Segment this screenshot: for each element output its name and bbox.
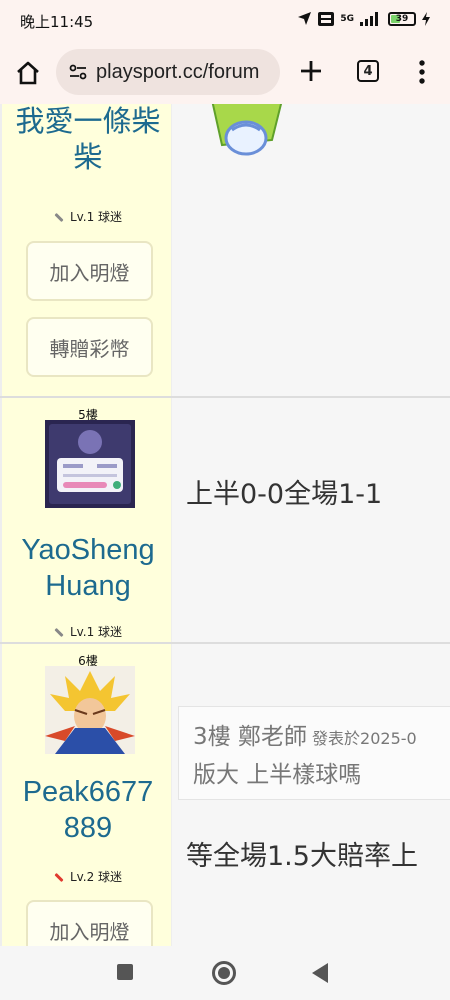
username[interactable]: Peak6677 889: [2, 774, 174, 846]
battery-icon: 39: [388, 11, 416, 26]
quoted-reply: 3樓 鄭老師 發表於2025-0 版大 上半樣球嗎: [178, 706, 450, 800]
post-text: 等全場1.5大賠率上: [186, 841, 418, 872]
quote-text: 版大 上半樣球嗎: [193, 762, 362, 788]
home-icon[interactable]: [14, 59, 42, 87]
back-icon[interactable]: [312, 963, 328, 983]
tab-switcher-button[interactable]: 4: [357, 60, 379, 82]
recent-apps-icon[interactable]: [117, 964, 133, 980]
forum-post: 5樓 YaoSheng Huang Lv.1 球迷 上半0-0全場1-1: [0, 398, 450, 644]
signal-icon: [360, 11, 382, 26]
pen-icon: [54, 212, 64, 223]
add-beacon-button[interactable]: 加入明燈: [26, 900, 153, 946]
site-settings-icon[interactable]: [68, 62, 88, 82]
user-level: Lv.1 球迷: [2, 208, 174, 225]
status-icons: 5G 39: [297, 11, 430, 26]
home-button-icon[interactable]: [212, 961, 236, 985]
sticker-image: [211, 104, 283, 156]
forum-post: 我愛一條柴柴 Lv.1 球迷 加入明燈 轉贈彩幣: [0, 104, 450, 398]
system-nav-bar: [0, 946, 450, 1000]
pen-icon: [54, 627, 64, 638]
forum-post: 6樓 Peak6677 889 Lv.2 球迷 加入明燈 3樓 鄭老師 發表於2…: [0, 644, 450, 946]
browser-toolbar: playsport.cc/forum 4: [0, 42, 450, 104]
charging-icon: [422, 11, 430, 26]
pen-icon: [54, 872, 64, 883]
username[interactable]: 我愛一條柴柴: [2, 104, 174, 176]
user-sidebar: 5樓 YaoSheng Huang Lv.1 球迷: [0, 398, 172, 642]
post-text: 上半0-0全場1-1: [186, 479, 383, 510]
user-level: Lv.2 球迷: [2, 868, 174, 885]
forum-content[interactable]: 我愛一條柴柴 Lv.1 球迷 加入明燈 轉贈彩幣 5樓 YaoSheng Hua…: [0, 104, 450, 946]
address-bar[interactable]: playsport.cc/forum: [56, 49, 280, 95]
username[interactable]: YaoSheng Huang: [2, 532, 174, 604]
status-time: 晚上11:45: [20, 13, 94, 31]
volte-icon: [318, 11, 335, 26]
quote-author: 3樓 鄭老師: [193, 724, 307, 750]
url-text: playsport.cc/forum: [96, 60, 260, 83]
post-body: [172, 104, 450, 396]
new-tab-icon[interactable]: [296, 56, 326, 86]
avatar[interactable]: [45, 420, 135, 508]
network-type-label: 5G: [340, 13, 354, 24]
add-beacon-button[interactable]: 加入明燈: [26, 241, 153, 301]
user-sidebar: 6樓 Peak6677 889 Lv.2 球迷 加入明燈: [0, 644, 172, 946]
user-sidebar: 我愛一條柴柴 Lv.1 球迷 加入明燈 轉贈彩幣: [0, 104, 172, 396]
location-arrow-icon: [298, 12, 312, 25]
post-body: [172, 398, 450, 642]
avatar[interactable]: [45, 666, 135, 754]
quote-timestamp: 發表於2025-0: [312, 729, 417, 748]
battery-percent: 39: [395, 13, 409, 24]
user-level: Lv.1 球迷: [2, 623, 174, 640]
status-bar: 晚上11:45 5G 39: [0, 0, 450, 42]
more-menu-icon[interactable]: [416, 58, 428, 86]
gift-coins-button[interactable]: 轉贈彩幣: [26, 317, 153, 377]
